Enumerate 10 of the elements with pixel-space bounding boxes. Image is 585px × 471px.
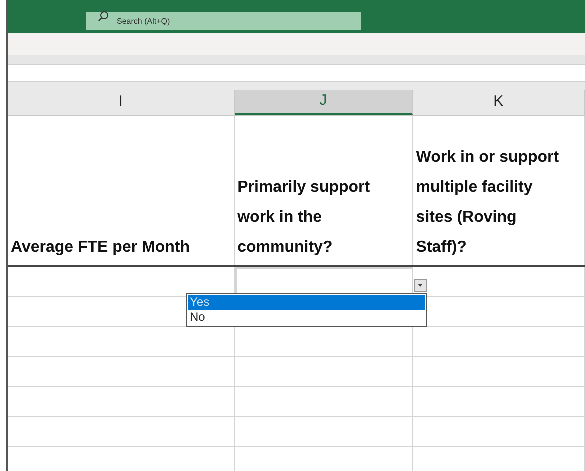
table-cell-text: Work in or support multiple facility sites (Roving Staff)? <box>416 148 560 258</box>
caret-icon <box>418 284 423 287</box>
search-field[interactable]: Search (Alt+Q) <box>86 12 361 30</box>
dropdown-button[interactable] <box>414 279 427 292</box>
table-cell-text: Average FTE per Month <box>11 238 190 258</box>
column-header[interactable]: J <box>234 90 414 115</box>
search-icon <box>98 10 109 22</box>
column-header[interactable]: K <box>413 90 585 115</box>
table-cell-text: Primarily support work in the community? <box>238 178 372 258</box>
dropdown-option[interactable]: No <box>188 310 425 325</box>
